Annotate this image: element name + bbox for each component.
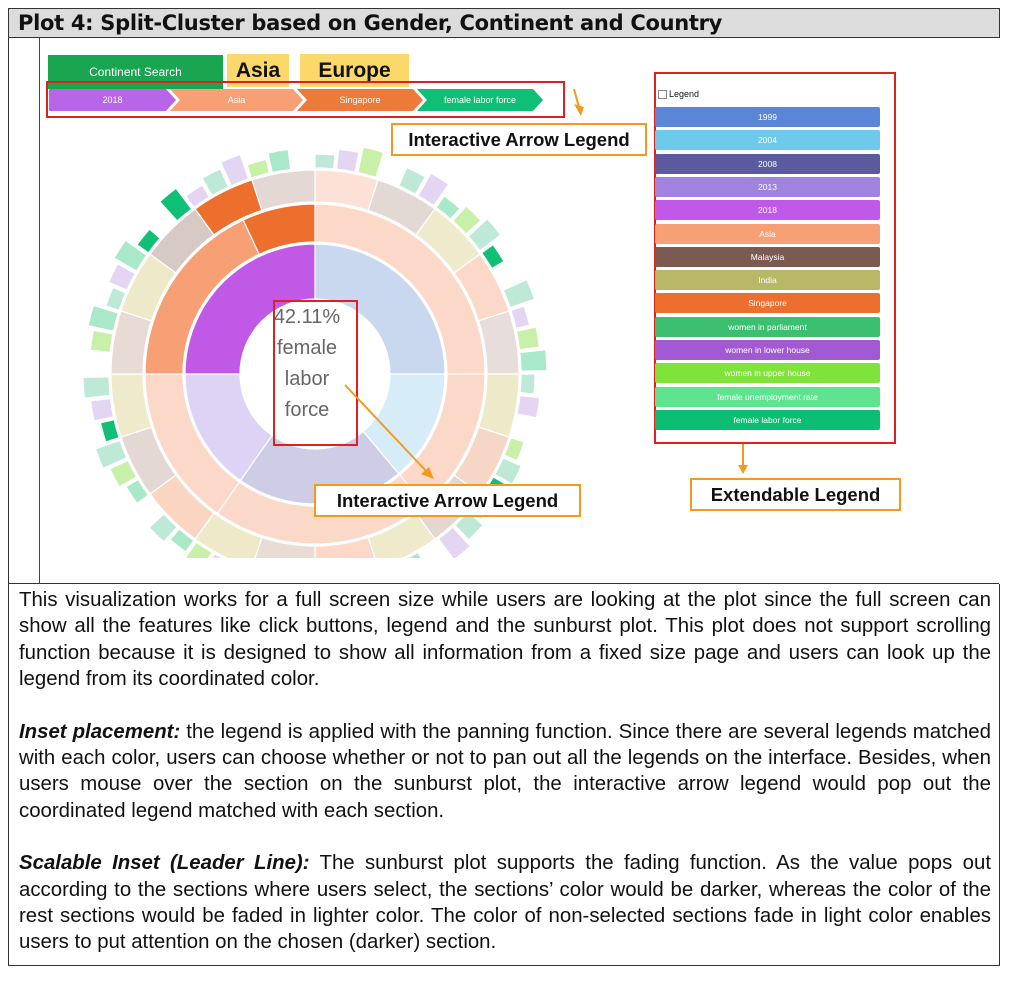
legend-toggle[interactable]: Legend — [658, 89, 699, 99]
legend-item[interactable]: 2013 — [655, 176, 880, 197]
legend-item[interactable]: India — [655, 270, 880, 291]
center-highlight-box — [273, 300, 358, 446]
sunburst-segment-indicator[interactable] — [267, 148, 292, 174]
sunburst-segment-indicator[interactable] — [502, 278, 536, 309]
sunburst-chart[interactable] — [40, 38, 600, 558]
description-paragraph-3: Scalable Inset (Leader Line): The sunbur… — [19, 850, 991, 956]
legend-item[interactable]: women in lower house — [655, 340, 880, 360]
sunburst-segment-indicator[interactable] — [510, 305, 531, 330]
sunburst-segment-indicator[interactable] — [515, 326, 541, 351]
sunburst-segment-indicator[interactable] — [519, 349, 548, 372]
legend-panel: Legend 1999 2004 2008 2013 2018 Asia Malaysia I… — [652, 71, 892, 443]
legend-item[interactable]: 2004 — [655, 130, 880, 151]
callout-interactive-arrow-legend-top: Interactive Arrow Legend — [391, 123, 647, 156]
sunburst-segment-indicator[interactable] — [519, 373, 536, 395]
sunburst-segment-indicator[interactable] — [516, 394, 541, 419]
legend-item[interactable]: 2018 — [655, 200, 880, 221]
callout-extendable-legend: Extendable Legend — [690, 478, 901, 511]
sunburst-segment-indicator[interactable] — [87, 304, 119, 332]
legend-item[interactable]: female labor force — [655, 409, 880, 430]
description-paragraph-2: Inset placement: the legend is applied w… — [19, 719, 991, 825]
legend-item[interactable]: Asia — [655, 223, 880, 244]
sunburst-segment-indicator[interactable] — [246, 158, 271, 179]
legend-item[interactable]: Malaysia — [655, 246, 880, 267]
legend-item[interactable]: Singapore — [655, 293, 880, 314]
sunburst-segment-indicator[interactable] — [89, 329, 114, 354]
legend-item[interactable]: women in parliament — [655, 316, 880, 337]
inset-placement-heading: Inset placement: — [19, 720, 181, 743]
legend-item[interactable]: 2008 — [655, 153, 880, 174]
legend-title: Legend — [669, 89, 700, 99]
sunburst-segment-indicator[interactable] — [335, 148, 360, 173]
scalable-inset-heading: Scalable Inset (Leader Line): — [19, 852, 310, 875]
sunburst-segment-indicator[interactable] — [82, 376, 111, 399]
legend-item[interactable]: women in upper house — [655, 363, 880, 384]
figure-title-bar: Plot 4: Split-Cluster based on Gender, C… — [9, 9, 999, 38]
figure-frame: Plot 4: Split-Cluster based on Gender, C… — [8, 8, 1000, 966]
legend-item[interactable]: 1999 — [655, 107, 880, 127]
description-text: This visualization works for a full scre… — [19, 587, 991, 982]
sunburst-segment-indicator[interactable] — [99, 418, 120, 443]
legend-item[interactable]: female unemployment rate — [655, 386, 880, 407]
figure-title: Plot 4: Split-Cluster based on Gender, C… — [18, 11, 723, 35]
sunburst-segment-indicator[interactable] — [357, 146, 385, 178]
callout-interactive-arrow-legend-bottom: Interactive Arrow Legend — [314, 484, 581, 517]
description-paragraph-1: This visualization works for a full scre… — [19, 589, 991, 691]
legend-checkbox[interactable] — [658, 89, 667, 99]
sunburst-app-screenshot: Continent Search Asia Europe 2018 Asia S… — [39, 38, 1000, 584]
sunburst-segment-indicator[interactable] — [314, 153, 336, 170]
row-divider — [9, 583, 999, 584]
sunburst-segment-indicator[interactable] — [89, 397, 115, 422]
